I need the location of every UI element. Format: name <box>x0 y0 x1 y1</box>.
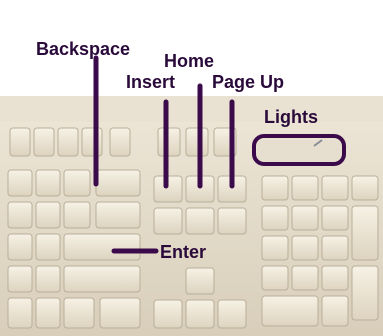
label-page-up: Page Up <box>212 72 285 92</box>
label-lights: Lights <box>264 107 318 127</box>
label-enter: Enter <box>160 242 207 262</box>
indicator-light-panel <box>258 140 344 162</box>
label-insert: Insert <box>126 72 176 92</box>
backspace-key <box>95 169 141 197</box>
label-backspace: Backspace <box>36 39 131 59</box>
enter-key <box>63 233 141 261</box>
keyboard-photo: Backspace Home Insert Page Up Lights Ent… <box>0 0 383 336</box>
label-home: Home <box>164 51 215 71</box>
keyboard-top-edge <box>0 96 383 122</box>
